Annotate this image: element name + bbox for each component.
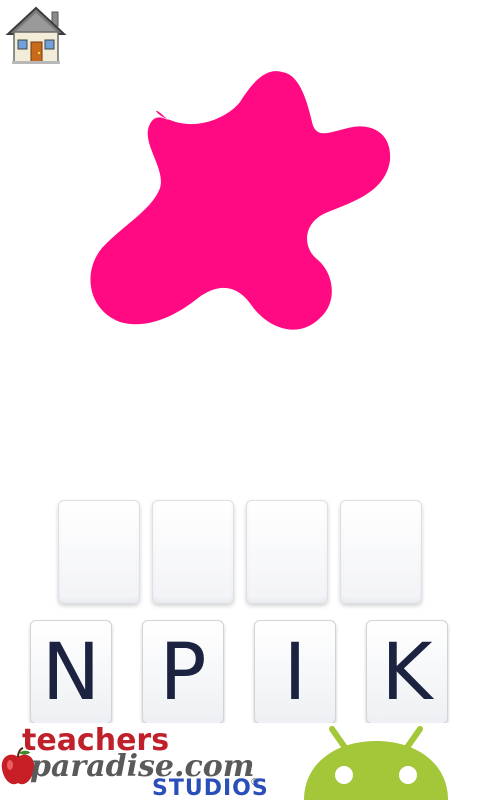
answer-slot-1[interactable] [58, 500, 140, 604]
letter-tiles: N P I K [30, 620, 450, 724]
pink-blob-shape [90, 71, 391, 330]
tile-letter: I [283, 628, 307, 718]
answer-slot-4[interactable] [340, 500, 422, 604]
letter-tile-4[interactable]: K [366, 620, 448, 724]
ad-brand-line3: STUDIOS [152, 776, 269, 800]
answer-slot-2[interactable] [152, 500, 234, 604]
letter-tile-2[interactable]: P [142, 620, 224, 724]
tile-letter: K [381, 628, 433, 718]
answer-slot-3[interactable] [246, 500, 328, 604]
ad-banner[interactable]: teachers paradise.com ® STUDIOS [0, 723, 480, 800]
letter-tile-3[interactable]: I [254, 620, 336, 724]
answer-slots [58, 500, 422, 606]
home-button[interactable] [4, 4, 68, 68]
color-blob-image [80, 60, 400, 350]
tile-letter: P [159, 628, 207, 718]
letter-tile-1[interactable]: N [30, 620, 112, 724]
tile-letter: N [41, 628, 101, 718]
android-robot-icon [296, 723, 456, 800]
house-icon [5, 6, 67, 64]
